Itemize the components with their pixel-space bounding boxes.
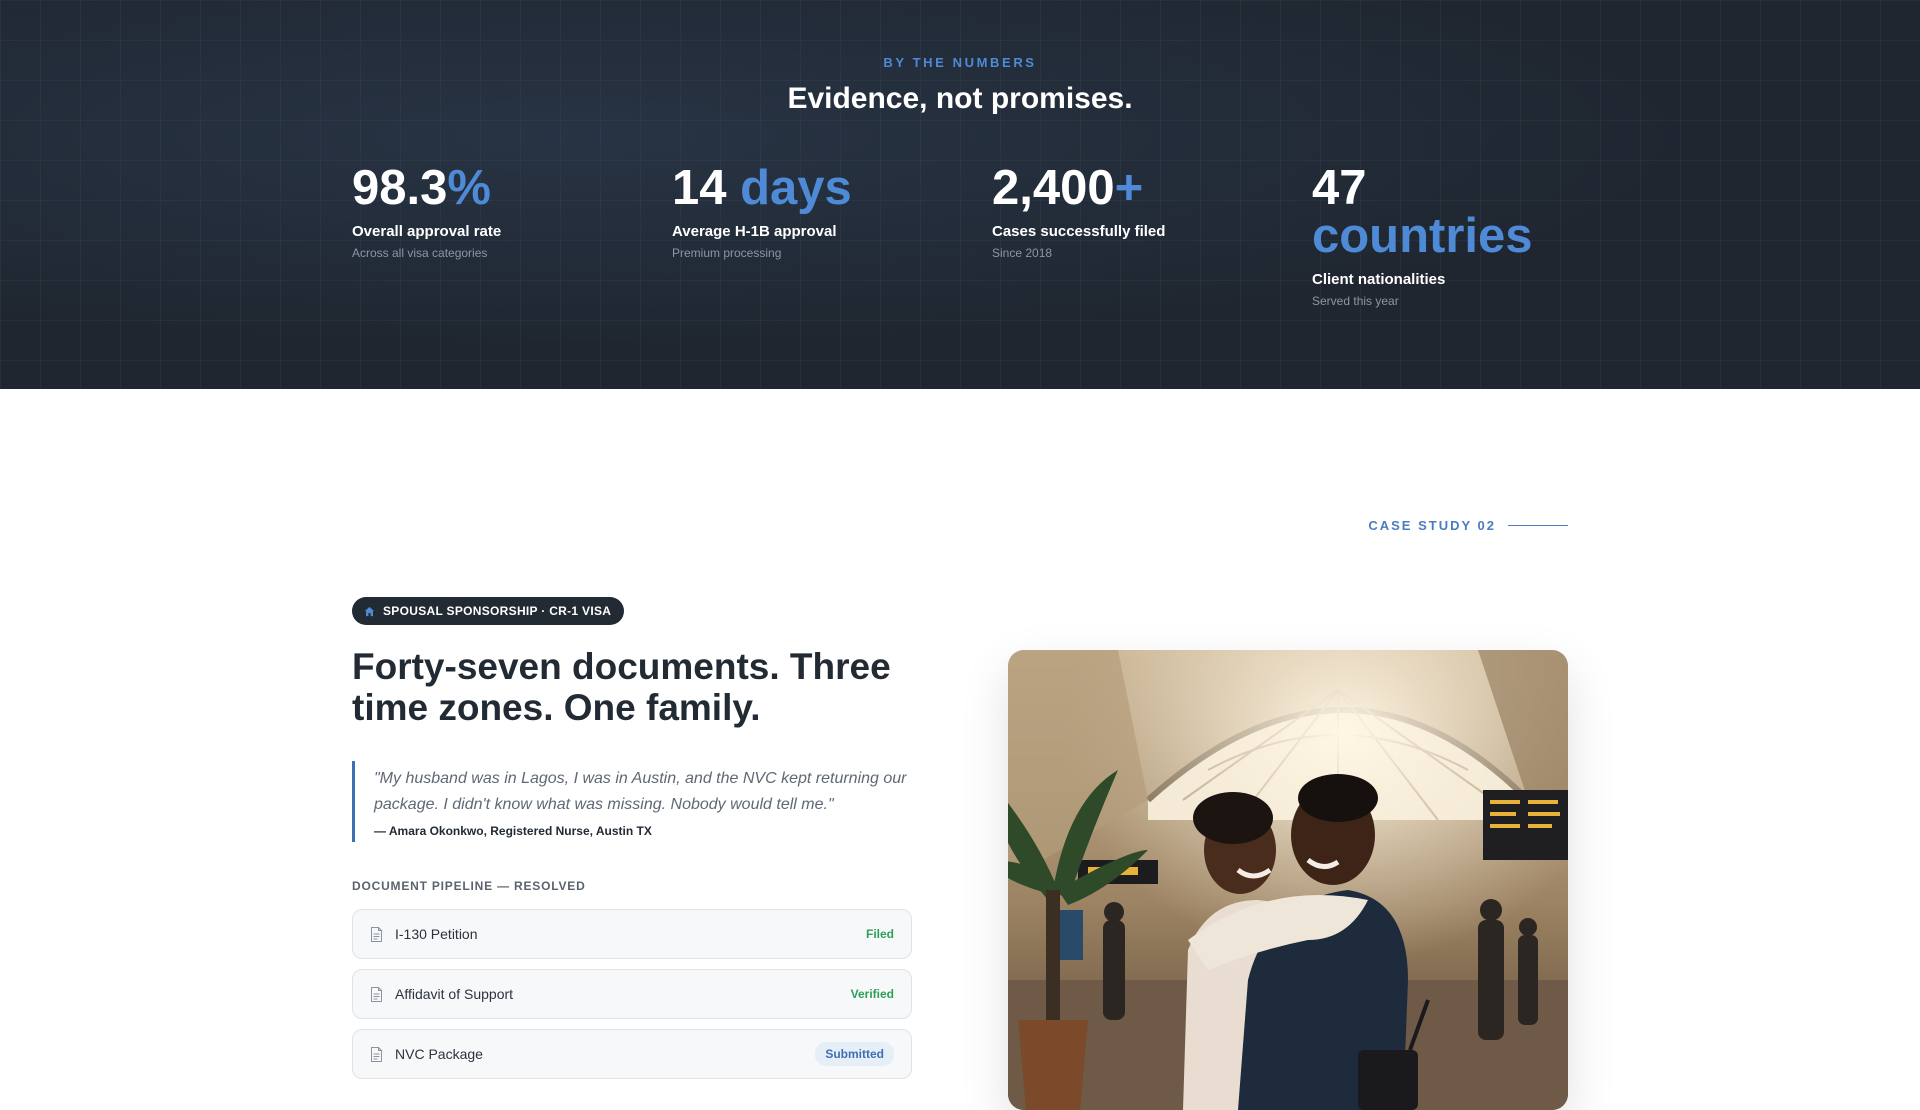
- stat-unit: +: [1114, 161, 1144, 215]
- stat-label: Client nationalities: [1312, 271, 1446, 288]
- reunion-photo-illustration: [1008, 650, 1568, 1110]
- document-icon: [371, 926, 382, 942]
- stat-sub: Since 2018: [992, 246, 1053, 260]
- stat-value: 14 days: [672, 161, 972, 215]
- document-icon: [371, 986, 382, 1002]
- document-pipeline: I-130 Petition Filed Affidavit of Suppor…: [352, 909, 912, 1089]
- client-quote: "My husband was in Lagos, I was in Austi…: [352, 761, 912, 842]
- stat-unit: countries: [1312, 209, 1533, 263]
- document-name: I-130 Petition: [395, 926, 478, 942]
- stat-number: 2,400: [992, 161, 1115, 215]
- stat-value: 47 countries: [1312, 161, 1572, 263]
- quote-attribution: — Amara Okonkwo, Registered Nurse, Austi…: [374, 824, 652, 838]
- stat-number: 14: [672, 161, 741, 215]
- stat-countries: 47 countries Client nationalities Served …: [1312, 161, 1572, 309]
- document-name: Affidavit of Support: [395, 986, 514, 1002]
- stat-cases-filed: 2,400+ Cases successfully filed Since 20…: [992, 161, 1292, 261]
- pipeline-row-affidavit[interactable]: Affidavit of Support Verified: [352, 969, 912, 1019]
- stat-label: Cases successfully filed: [992, 223, 1166, 240]
- stat-sub: Across all visa categories: [352, 246, 488, 260]
- stat-value: 98.3%: [352, 161, 652, 215]
- stat-h1b-approval: 14 days Average H-1B approval Premium pr…: [672, 161, 972, 261]
- case-study-eyebrow: CASE STUDY 02: [1368, 518, 1568, 533]
- stat-sub: Premium processing: [672, 246, 782, 260]
- document-icon: [371, 1046, 382, 1062]
- case-study-label: CASE STUDY 02: [1368, 518, 1496, 533]
- pipeline-row-nvc[interactable]: NVC Package Submitted: [352, 1029, 912, 1079]
- home-icon: [364, 606, 375, 616]
- category-pill: SPOUSAL SPONSORSHIP · CR-1 VISA: [352, 597, 625, 625]
- quote-text: "My husband was in Lagos, I was in Austi…: [374, 770, 907, 813]
- category-pill-label: SPOUSAL SPONSORSHIP · CR-1 VISA: [383, 604, 612, 618]
- stat-label: Overall approval rate: [352, 223, 502, 240]
- status-badge: Submitted: [815, 1042, 894, 1066]
- reunion-photo: [1008, 650, 1568, 1110]
- stat-unit: days: [740, 161, 852, 215]
- pipeline-row-i130[interactable]: I-130 Petition Filed: [352, 909, 912, 959]
- pipeline-title: DOCUMENT PIPELINE — RESOLVED: [352, 879, 586, 893]
- stat-label: Average H-1B approval: [672, 223, 837, 240]
- document-name: NVC Package: [395, 1046, 483, 1062]
- numbers-eyebrow: BY THE NUMBERS: [883, 55, 1037, 70]
- status-badge: Filed: [865, 927, 894, 941]
- status-badge: Verified: [850, 987, 894, 1001]
- stat-unit: %: [447, 161, 491, 215]
- stat-number: 98.3: [352, 161, 448, 215]
- stat-sub: Served this year: [1312, 294, 1399, 308]
- numbers-section: BY THE NUMBERS Evidence, not promises. 9…: [0, 0, 1920, 389]
- stat-number: 47: [1312, 161, 1367, 215]
- numbers-title: Evidence, not promises.: [787, 82, 1133, 115]
- stat-approval-rate: 98.3% Overall approval rate Across all v…: [352, 161, 652, 261]
- case-study-headline: Forty-seven documents. Three time zones.…: [352, 646, 891, 728]
- stat-value: 2,400+: [992, 161, 1292, 215]
- eyebrow-rule: [1508, 525, 1568, 526]
